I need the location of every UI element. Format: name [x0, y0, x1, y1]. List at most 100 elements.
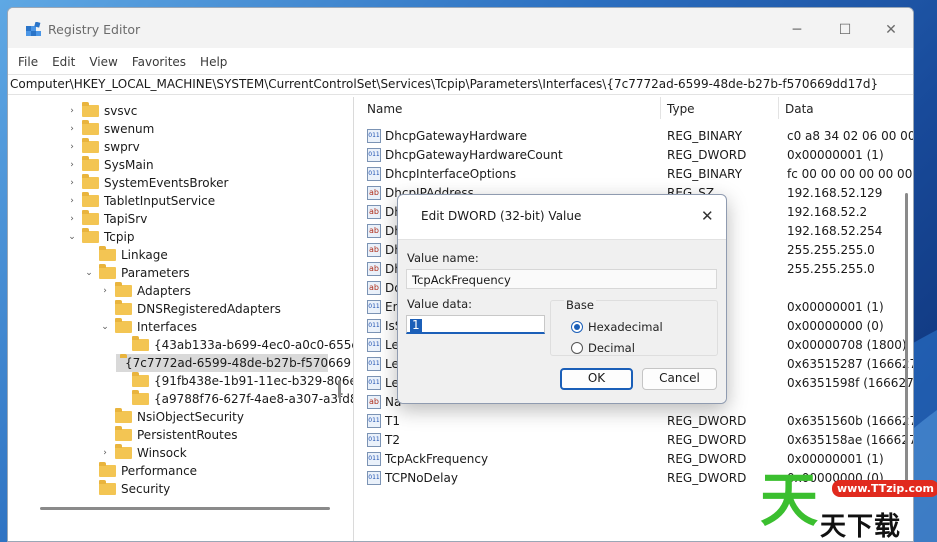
chevron-down-icon[interactable]: ⌄ — [99, 322, 111, 332]
folder-icon — [82, 192, 99, 207]
string-value-icon: ab — [367, 186, 381, 200]
base-group: Base Hexadecimal Decimal — [550, 298, 718, 356]
column-header-type[interactable]: Type — [661, 97, 779, 119]
menu-favorites[interactable]: Favorites — [125, 52, 193, 74]
cancel-button[interactable]: Cancel — [642, 368, 717, 390]
value-name: T2 — [385, 433, 400, 447]
folder-icon — [82, 228, 99, 243]
tree-item[interactable]: PersistentRoutes — [99, 426, 237, 444]
value-type: REG_BINARY — [667, 129, 743, 143]
chevron-down-icon[interactable]: ⌄ — [83, 268, 95, 278]
tree-item[interactable]: › swprv — [66, 138, 140, 156]
watermark-glyph: 天 — [760, 466, 819, 534]
folder-icon — [115, 408, 132, 423]
tree-item[interactable]: › Winsock — [99, 444, 187, 462]
column-header-name[interactable]: Name — [361, 97, 661, 119]
tree-item-interfaces[interactable]: ⌄ Interfaces — [99, 318, 197, 336]
tree-item[interactable]: Performance — [83, 462, 197, 480]
folder-icon — [115, 444, 132, 459]
tree-item[interactable]: Linkage — [83, 246, 168, 264]
menu-file[interactable]: File — [11, 52, 45, 74]
maximize-button[interactable]: ☐ — [822, 16, 868, 44]
tree-item-label: {43ab133a-b699-4ec0-a0c0-655e2e — [154, 338, 354, 352]
tree-item[interactable]: › svsvc — [66, 102, 137, 120]
value-row[interactable]: 011 DhcpGatewayHardwareCount REG_DWORD 0x00… — [361, 146, 913, 165]
value-row[interactable]: 011 DhcpGatewayHardware REG_BINARY c0 a8 34… — [361, 127, 913, 146]
tree-item-label: TabletInputService — [104, 194, 216, 208]
binary-value-icon: 011 — [367, 376, 381, 390]
binary-value-icon: 011 — [367, 148, 381, 162]
dialog-close-button[interactable]: ✕ — [701, 207, 714, 225]
decimal-radio[interactable] — [571, 342, 583, 354]
chevron-right-icon[interactable]: › — [66, 124, 78, 134]
hexadecimal-label[interactable]: Hexadecimal — [588, 320, 663, 334]
tree-item[interactable]: › SysMain — [66, 156, 154, 174]
folder-icon — [82, 174, 99, 189]
tree-item-label: {7c7772ad-6599-48de-b27b-f570669 — [125, 356, 352, 370]
tree-item[interactable]: › TabletInputService — [66, 192, 215, 210]
chevron-right-icon[interactable]: › — [99, 448, 111, 458]
tree-item-parameters[interactable]: ⌄ Parameters — [83, 264, 190, 282]
chevron-right-icon[interactable]: › — [66, 214, 78, 224]
menu-help[interactable]: Help — [193, 52, 234, 74]
value-data-input[interactable]: 1 — [406, 315, 545, 334]
value-row[interactable]: 011 DhcpInterfaceOptions REG_BINARY fc 00 0… — [361, 165, 914, 184]
folder-icon — [115, 318, 132, 333]
folder-icon — [132, 336, 149, 351]
edit-dword-dialog: Edit DWORD (32-bit) Value ✕ Value name: … — [397, 194, 727, 404]
values-scrollbar-thumb[interactable] — [905, 193, 908, 493]
string-value-icon: ab — [367, 262, 381, 276]
ok-button[interactable]: OK — [560, 368, 633, 390]
chevron-right-icon[interactable]: › — [66, 196, 78, 206]
tree-item[interactable]: › Adapters — [99, 282, 191, 300]
tree-item[interactable]: {43ab133a-b699-4ec0-a0c0-655e2e — [116, 336, 354, 354]
scroll-thumb[interactable] — [338, 380, 341, 398]
chevron-right-icon[interactable]: › — [66, 178, 78, 188]
value-type: REG_DWORD — [667, 414, 747, 428]
value-type: REG_DWORD — [667, 471, 747, 485]
tree-item-tcpip[interactable]: ⌄ Tcpip — [66, 228, 134, 246]
tree-item[interactable]: › SystemEventsBroker — [66, 174, 228, 192]
folder-icon — [82, 156, 99, 171]
tree-item-label: Linkage — [121, 248, 168, 262]
value-row[interactable]: 011 T2 REG_DWORD 0x635158ae (1666275 — [361, 431, 913, 450]
folder-icon — [132, 390, 149, 405]
tree-vertical-scrollbar[interactable] — [335, 97, 347, 507]
chevron-right-icon[interactable]: › — [99, 286, 111, 296]
value-row[interactable]: 011 T1 REG_DWORD 0x6351560b (1666274 — [361, 412, 913, 431]
minimize-button[interactable]: ─ — [774, 16, 820, 44]
chevron-down-icon[interactable]: ⌄ — [66, 232, 78, 242]
value-type: REG_DWORD — [667, 433, 747, 447]
address-bar[interactable]: Computer\HKEY_LOCAL_MACHINE\SYSTEM\Curre… — [8, 74, 913, 95]
tree-item-label: Performance — [121, 464, 198, 478]
watermark-logo: 天 www.TTzip.com 天下载 — [760, 470, 937, 542]
value-data: fc 00 00 00 00 00 00 0 — [787, 167, 914, 181]
tree-item[interactable]: NsiObjectSecurity — [99, 408, 244, 426]
menu-edit[interactable]: Edit — [45, 52, 82, 74]
tree-item[interactable]: › TapiSrv — [66, 210, 147, 228]
chevron-right-icon[interactable]: › — [66, 160, 78, 170]
binary-value-icon: 011 — [367, 167, 381, 181]
column-header-data[interactable]: Data — [779, 97, 913, 119]
decimal-label[interactable]: Decimal — [588, 341, 635, 355]
tree-item[interactable]: {91fb438e-1b91-11ec-b329-806e6f — [116, 372, 353, 390]
hexadecimal-radio[interactable] — [571, 321, 583, 333]
value-name: DhcpGatewayHardwareCount — [385, 148, 563, 162]
tree-item[interactable]: {a9788f76-627f-4ae8-a307-a3fd895 — [116, 390, 353, 408]
tree-horizontal-scrollbar[interactable] — [8, 504, 353, 514]
chevron-right-icon[interactable]: › — [66, 106, 78, 116]
value-data: 0x63515287 (1666273 — [787, 357, 914, 371]
scroll-thumb[interactable] — [40, 507, 330, 510]
tree-item[interactable]: Security — [83, 480, 170, 498]
menu-view[interactable]: View — [82, 52, 124, 74]
value-row[interactable]: 011 TcpAckFrequency REG_DWORD 0x00000001 (1… — [361, 450, 913, 469]
string-value-icon: ab — [367, 205, 381, 219]
close-button[interactable]: ✕ — [868, 16, 913, 44]
tree-item[interactable]: DNSRegisteredAdapters — [99, 300, 281, 318]
folder-icon — [115, 426, 132, 441]
binary-value-icon: 011 — [367, 452, 381, 466]
value-data: 192.168.52.254 — [787, 224, 883, 238]
tree-item-selected[interactable]: {7c7772ad-6599-48de-b27b-f570669 — [116, 354, 351, 372]
chevron-right-icon[interactable]: › — [66, 142, 78, 152]
tree-item[interactable]: › swenum — [66, 120, 154, 138]
